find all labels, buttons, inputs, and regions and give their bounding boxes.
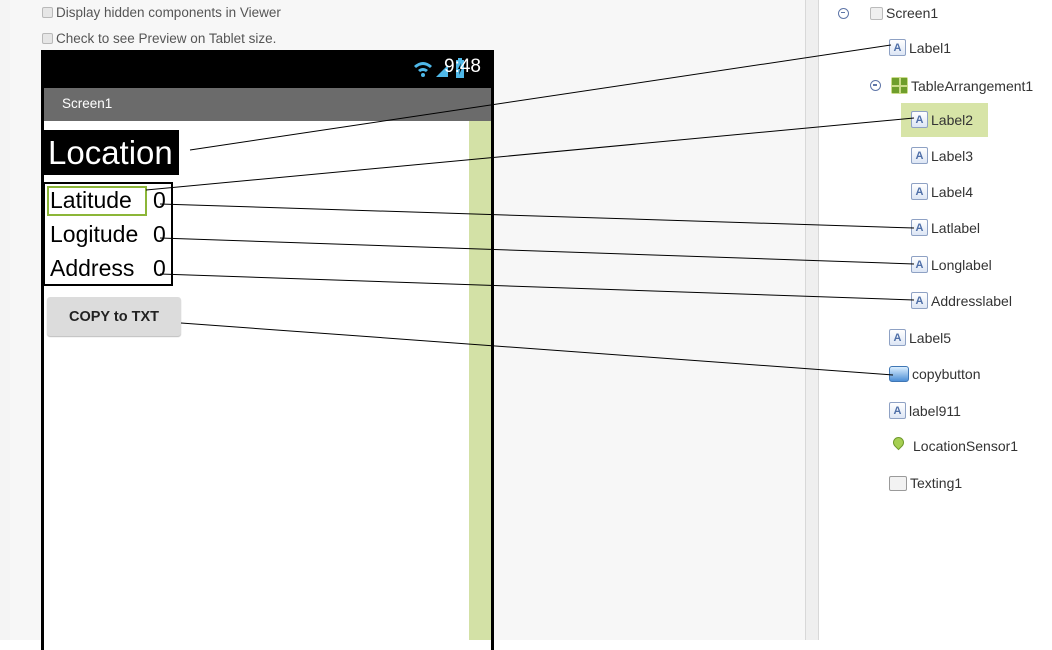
- copy-to-txt-button[interactable]: COPY to TXT: [47, 297, 181, 336]
- longitude-label[interactable]: Logitude: [50, 221, 138, 248]
- tree-item-label: label911: [909, 402, 961, 419]
- tree-item-addresslabel[interactable]: A Addresslabel: [911, 292, 1012, 309]
- hidden-components-checkbox[interactable]: [42, 7, 53, 18]
- hidden-components-row[interactable]: Display hidden components in Viewer: [42, 5, 281, 20]
- tree-item-label: TableArrangement1: [911, 77, 1034, 94]
- label-icon: A: [911, 219, 928, 236]
- tree-item-locationsensor1[interactable]: LocationSensor1: [892, 437, 1018, 455]
- tree-item-tablearrangement1[interactable]: TableArrangement1: [870, 77, 1033, 94]
- tree-item-latlabel[interactable]: A Latlabel: [911, 219, 980, 236]
- tree-item-label: Label5: [909, 329, 952, 346]
- tree-item-label: Longlabel: [931, 256, 992, 273]
- viewer-scroll-strip[interactable]: [469, 121, 491, 640]
- screen-icon: [870, 6, 883, 20]
- tree-item-label: Latlabel: [931, 219, 981, 236]
- latitude-label[interactable]: Latitude: [50, 187, 132, 214]
- tree-item-label1[interactable]: A Label1: [889, 39, 951, 56]
- button-icon: [889, 366, 909, 382]
- tablet-preview-checkbox[interactable]: [42, 33, 53, 44]
- panel-divider[interactable]: [805, 0, 819, 640]
- tablet-preview-label: Check to see Preview on Tablet size.: [56, 31, 277, 46]
- table-arrangement-icon: [891, 77, 908, 94]
- collapse-icon[interactable]: [870, 80, 881, 91]
- tree-item-label911[interactable]: A label911: [889, 402, 961, 419]
- components-tree-panel: [819, 0, 1052, 640]
- tree-item-screen1[interactable]: Screen1: [838, 5, 938, 21]
- tree-item-texting1[interactable]: Texting1: [889, 475, 962, 491]
- hidden-components-label: Display hidden components in Viewer: [56, 5, 281, 20]
- tree-item-longlabel[interactable]: A Longlabel: [911, 256, 992, 273]
- location-sensor-icon: [892, 437, 905, 455]
- collapse-icon[interactable]: [838, 7, 849, 19]
- address-value[interactable]: 0: [153, 255, 166, 282]
- status-time: 9:48: [444, 56, 481, 77]
- tree-item-label: Label4: [931, 183, 974, 200]
- label-icon: A: [889, 402, 906, 419]
- tree-item-label5[interactable]: A Label5: [889, 329, 951, 346]
- left-margin: [0, 0, 10, 640]
- longitude-value[interactable]: 0: [153, 221, 166, 248]
- tree-item-label: LocationSensor1: [913, 438, 1019, 454]
- tablet-preview-row[interactable]: Check to see Preview on Tablet size.: [42, 31, 276, 46]
- tree-item-label4[interactable]: A Label4: [911, 183, 973, 200]
- label-icon: A: [889, 329, 906, 346]
- label-icon: A: [911, 292, 928, 309]
- label-icon: A: [911, 256, 928, 273]
- label1-location[interactable]: Location: [44, 130, 179, 175]
- tree-item-label: Addresslabel: [931, 292, 1012, 309]
- label-icon: A: [911, 111, 928, 128]
- tree-item-label3[interactable]: A Label3: [911, 147, 973, 164]
- latitude-value[interactable]: 0: [153, 187, 166, 214]
- status-bar: 9:48: [44, 50, 491, 88]
- texting-icon: [889, 475, 907, 491]
- address-label[interactable]: Address: [50, 255, 134, 282]
- tree-item-label: Label1: [909, 39, 952, 56]
- tree-item-label: Texting1: [910, 475, 963, 491]
- tree-item-label: Label3: [931, 147, 974, 164]
- tree-item-label2[interactable]: A Label2: [911, 111, 973, 128]
- label-icon: A: [889, 39, 906, 56]
- label-icon: A: [911, 183, 928, 200]
- tree-item-label: Label2: [931, 111, 974, 128]
- screen-title-bar: Screen1: [44, 88, 491, 121]
- screen-title: Screen1: [62, 96, 113, 111]
- label-icon: A: [911, 147, 928, 164]
- tree-item-label: Screen1: [886, 5, 939, 21]
- tree-item-copybutton[interactable]: copybutton: [889, 366, 981, 382]
- tree-item-label: copybutton: [912, 366, 981, 382]
